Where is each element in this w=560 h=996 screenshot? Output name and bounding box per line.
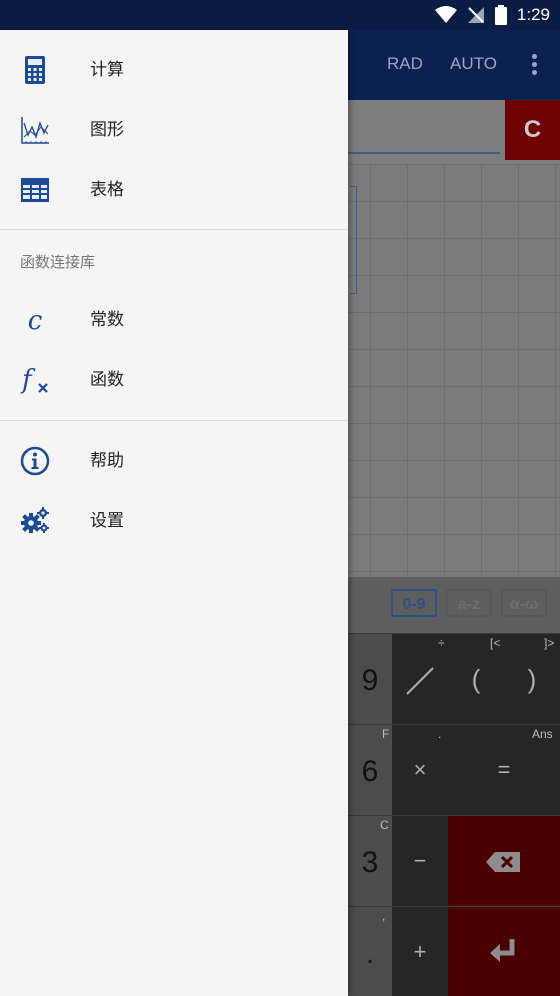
drawer-item-label: 表格	[90, 180, 124, 200]
drawer-item-label: 计算	[90, 60, 124, 80]
no-signal-icon	[467, 6, 485, 24]
drawer-item-graph[interactable]: 图形	[0, 100, 348, 160]
drawer-item-help[interactable]: 帮助	[0, 431, 348, 491]
drawer-item-functions[interactable]: f 函数	[0, 350, 348, 410]
drawer-divider	[0, 420, 348, 421]
constant-icon: c	[20, 305, 50, 336]
battery-icon	[494, 5, 507, 25]
drawer-item-label: 函数	[90, 370, 124, 390]
drawer-item-table[interactable]: 表格	[0, 160, 348, 220]
drawer-item-label: 图形	[90, 120, 124, 140]
drawer-item-label: 常数	[90, 310, 124, 330]
function-icon: f	[20, 365, 50, 395]
calculator-icon	[20, 55, 50, 85]
drawer-item-constants[interactable]: c 常数	[0, 290, 348, 350]
section-title-library: 函数连接库	[20, 253, 96, 271]
wifi-icon	[434, 6, 457, 24]
svg-text:f: f	[20, 365, 36, 395]
navigation-drawer: 计算 图形 表格 函数连接库 c 常数 f 函数 帮助 设置	[0, 30, 348, 996]
drawer-item-calculate[interactable]: 计算	[0, 40, 348, 100]
info-icon	[20, 446, 50, 476]
graph-icon	[20, 115, 50, 145]
drawer-item-label: 设置	[90, 511, 124, 531]
status-time: 1:29	[516, 5, 550, 24]
drawer-item-label: 帮助	[90, 451, 124, 471]
status-bar: 1:29	[0, 0, 560, 30]
table-icon	[20, 175, 50, 205]
svg-text:c: c	[28, 306, 43, 335]
drawer-divider	[0, 229, 348, 230]
gears-icon	[20, 506, 50, 536]
drawer-item-settings[interactable]: 设置	[0, 491, 348, 551]
